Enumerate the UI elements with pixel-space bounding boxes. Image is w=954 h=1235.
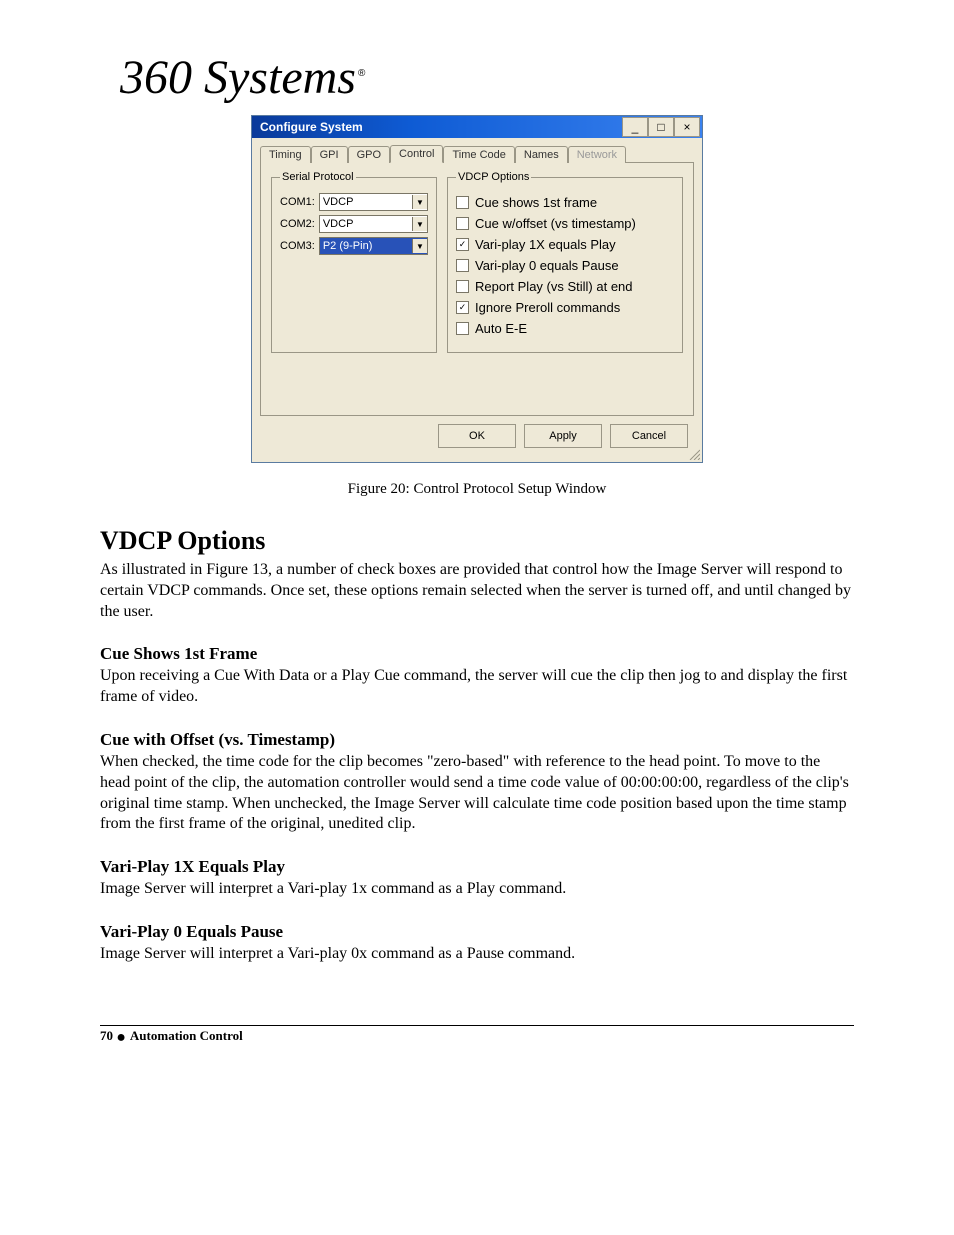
vdcp-option-row: ✓ Vari-play 1X equals Play (456, 237, 674, 252)
apply-button-label: Apply (549, 430, 577, 442)
com3-value: P2 (9-Pin) (320, 240, 412, 252)
com2-select[interactable]: VDCP▼ (319, 215, 428, 233)
chevron-down-icon[interactable]: ▼ (412, 217, 427, 231)
vdcp-option-label: Vari-play 0 equals Pause (475, 258, 619, 273)
close-icon: × (683, 121, 690, 133)
chevron-down-icon[interactable]: ▼ (412, 195, 427, 209)
window-title: Configure System (260, 120, 622, 134)
serial-protocol-group: Serial Protocol COM1:VDCP▼COM2:VDCP▼COM3… (271, 171, 437, 353)
vdcp-option-row: ✓ Ignore Preroll commands (456, 300, 674, 315)
com1-value: VDCP (320, 196, 412, 208)
vdcp-option-label: Report Play (vs Still) at end (475, 279, 633, 294)
checkbox[interactable] (456, 322, 469, 335)
vdcp-options-group: VDCP Options Cue shows 1st frame Cue w/of… (447, 171, 683, 353)
figure-caption: Figure 20: Control Protocol Setup Window (100, 481, 854, 498)
checkbox[interactable] (456, 217, 469, 230)
subsection-body: Upon receiving a Cue With Data or a Play… (100, 666, 854, 708)
ok-button[interactable]: OK (438, 424, 516, 448)
resize-grip-icon (688, 448, 700, 460)
configure-system-dialog: Configure System _ □ × TimingGPIGPOContr… (251, 115, 703, 463)
titlebar[interactable]: Configure System _ □ × (252, 116, 702, 138)
trademark-symbol: ® (358, 68, 365, 79)
vdcp-option-row: Auto E-E (456, 321, 674, 336)
brand-logo: 360 Systems® (120, 50, 854, 105)
close-button[interactable]: × (674, 117, 700, 137)
com3-label: COM3: (280, 240, 315, 252)
subsection-body: Image Server will interpret a Vari-play … (100, 944, 854, 965)
cancel-button-label: Cancel (632, 430, 666, 442)
vdcp-option-label: Ignore Preroll commands (475, 300, 620, 315)
vdcp-option-label: Vari-play 1X equals Play (475, 237, 616, 252)
ok-button-label: OK (469, 430, 485, 442)
footer-bullet-icon: ● (116, 1029, 130, 1046)
subsection-heading: Cue with Offset (vs. Timestamp) (100, 730, 854, 750)
vdcp-option-row: Cue w/offset (vs timestamp) (456, 216, 674, 231)
com1-select[interactable]: VDCP▼ (319, 193, 428, 211)
section-intro: As illustrated in Figure 13, a number of… (100, 560, 854, 622)
com2-label: COM2: (280, 218, 315, 230)
serial-protocol-legend: Serial Protocol (280, 171, 356, 183)
checkbox[interactable] (456, 196, 469, 209)
chevron-down-icon[interactable]: ▼ (412, 239, 427, 253)
dialog-button-row: OK Apply Cancel (252, 424, 702, 462)
com3-select[interactable]: P2 (9-Pin)▼ (319, 237, 428, 255)
apply-button[interactable]: Apply (524, 424, 602, 448)
footer-section: Automation Control (130, 1028, 243, 1043)
vdcp-option-row: Report Play (vs Still) at end (456, 279, 674, 294)
maximize-button[interactable]: □ (648, 117, 674, 137)
tab-strip: TimingGPIGPOControlTime CodeNamesNetwork (252, 138, 702, 162)
checkbox[interactable]: ✓ (456, 238, 469, 251)
com1-row: COM1: VDCP▼ (280, 193, 428, 211)
tab-network: Network (568, 146, 626, 163)
vdcp-options-legend: VDCP Options (456, 171, 531, 183)
page-footer: 70 ● Automation Control (100, 1025, 854, 1047)
tab-timing[interactable]: Timing (260, 146, 311, 163)
logo-text: 360 Systems (120, 51, 356, 104)
tab-gpo[interactable]: GPO (348, 146, 390, 163)
subsection-heading: Vari-Play 0 Equals Pause (100, 922, 854, 942)
vdcp-option-label: Auto E-E (475, 321, 527, 336)
tab-names[interactable]: Names (515, 146, 568, 163)
vdcp-option-label: Cue w/offset (vs timestamp) (475, 216, 636, 231)
subsection-body: When checked, the time code for the clip… (100, 752, 854, 835)
vdcp-option-label: Cue shows 1st frame (475, 195, 597, 210)
minimize-button[interactable]: _ (622, 117, 648, 137)
subsection-heading: Cue Shows 1st Frame (100, 644, 854, 664)
minimize-icon: _ (632, 121, 639, 133)
tab-panel-control: Serial Protocol COM1:VDCP▼COM2:VDCP▼COM3… (260, 162, 694, 416)
cancel-button[interactable]: Cancel (610, 424, 688, 448)
vdcp-option-row: Vari-play 0 equals Pause (456, 258, 674, 273)
com2-value: VDCP (320, 218, 412, 230)
com2-row: COM2: VDCP▼ (280, 215, 428, 233)
checkbox[interactable]: ✓ (456, 301, 469, 314)
section-heading-vdcp-options: VDCP Options (100, 526, 854, 556)
subsection-heading: Vari-Play 1X Equals Play (100, 857, 854, 877)
subsection-body: Image Server will interpret a Vari-play … (100, 879, 854, 900)
checkbox[interactable] (456, 259, 469, 272)
com1-label: COM1: (280, 196, 315, 208)
maximize-icon: □ (657, 121, 664, 133)
vdcp-option-row: Cue shows 1st frame (456, 195, 674, 210)
page-number: 70 (100, 1028, 113, 1043)
tab-gpi[interactable]: GPI (311, 146, 348, 163)
tab-time-code[interactable]: Time Code (443, 146, 514, 163)
tab-control[interactable]: Control (390, 145, 443, 163)
com3-row: COM3: P2 (9-Pin)▼ (280, 237, 428, 255)
checkbox[interactable] (456, 280, 469, 293)
